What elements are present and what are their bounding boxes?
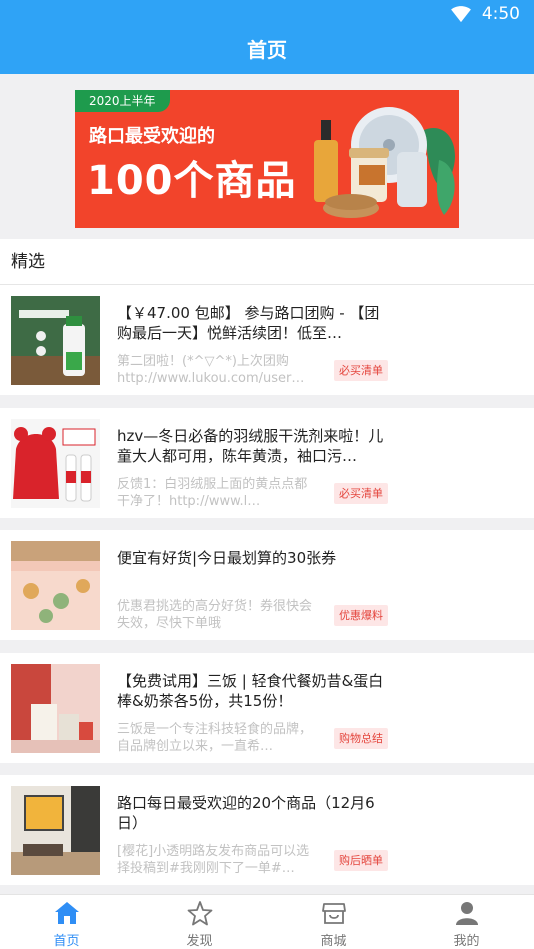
user-icon <box>456 902 478 925</box>
item-description: 第二团啦！(*^▽^*)上次团购http://www.lukou.com/use… <box>117 354 305 386</box>
wifi-icon <box>450 6 471 23</box>
tab-discover[interactable]: 发现 <box>133 895 266 949</box>
item-tag: 必买清单 <box>334 360 388 381</box>
item-tag: 必买清单 <box>334 483 388 504</box>
tab-home[interactable]: 首页 <box>0 895 133 949</box>
shop-icon <box>322 903 346 924</box>
banner-products-image <box>314 107 455 218</box>
tab-label: 发现 <box>186 934 213 949</box>
item-title: hzv—冬日必备的羽绒服干洗剂来啦！儿童大人都可用，陈年黄渍，袖口污… <box>117 427 384 465</box>
list-item[interactable]: 【￥47.00 包邮】 参与路口团购 - 【团购最后一天】悦鲜活续团！低至… 第… <box>0 285 534 395</box>
status-time: 4:50 <box>481 4 520 24</box>
page-title: 首页 <box>0 28 534 74</box>
item-description: 优惠君挑选的高分好货！券很快会失效，尽快下单哦 <box>117 599 313 631</box>
banner-headline: 100个商品 <box>87 158 297 204</box>
item-title: 【免费试用】三饭 | 轻食代餐奶昔&蛋白棒&奶茶各5份，共15份！ <box>117 672 384 710</box>
item-thumbnail <box>11 296 100 385</box>
banner-subtitle: 路口最受欢迎的 <box>89 126 215 147</box>
item-description: 三饭是一个专注科技轻食的品牌，自品牌创立以来，一直希… <box>117 722 313 754</box>
item-tag: 购物总结 <box>334 728 388 749</box>
promo-banner[interactable]: 2020上半年 路口最受欢迎的 100个商品 <box>75 90 459 228</box>
item-description: [樱花]小透明路友发布商品可以选择投稿到#我刚刚下了一单#… <box>117 844 310 876</box>
star-icon <box>187 901 213 926</box>
item-description: 反馈1：白羽绒服上面的黄点点都干净了！http://www.l… <box>117 477 308 509</box>
banner-area: 2020上半年 路口最受欢迎的 100个商品 <box>0 74 534 239</box>
tab-shop[interactable]: 商城 <box>267 895 400 949</box>
tab-label: 首页 <box>53 934 80 949</box>
item-title: 便宜有好货|今日最划算的30张券 <box>117 549 337 567</box>
tab-mine[interactable]: 我的 <box>400 895 533 949</box>
item-thumbnail <box>11 786 100 875</box>
list-item[interactable]: hzv—冬日必备的羽绒服干洗剂来啦！儿童大人都可用，陈年黄渍，袖口污… 反馈1：… <box>0 408 534 518</box>
item-thumbnail <box>11 664 100 753</box>
tab-label: 我的 <box>453 934 480 949</box>
bottom-tab-bar: 首页 发现 商城 我的 <box>0 894 534 949</box>
item-title: 路口每日最受欢迎的20个商品（12月6日） <box>117 794 375 832</box>
item-thumbnail <box>11 419 100 508</box>
status-bar: 4:50 <box>0 0 534 28</box>
list-item[interactable]: 路口每日最受欢迎的20个商品（12月6日） [樱花]小透明路友发布商品可以选择投… <box>0 775 534 885</box>
list-item[interactable]: 便宜有好货|今日最划算的30张券 优惠君挑选的高分好货！券很快会失效，尽快下单哦… <box>0 530 534 640</box>
item-thumbnail <box>11 541 100 630</box>
item-tag: 优惠爆料 <box>334 605 388 626</box>
list-item[interactable]: 【免费试用】三饭 | 轻食代餐奶昔&蛋白棒&奶茶各5份，共15份！ 三饭是一个专… <box>0 653 534 763</box>
item-tag: 购后晒单 <box>334 850 388 871</box>
banner-tag: 2020上半年 <box>75 90 170 112</box>
section-title: 精选 <box>0 239 534 285</box>
item-title: 【￥47.00 包邮】 参与路口团购 - 【团购最后一天】悦鲜活续团！低至… <box>117 304 380 342</box>
home-icon <box>55 902 79 924</box>
tab-label: 商城 <box>320 934 347 949</box>
